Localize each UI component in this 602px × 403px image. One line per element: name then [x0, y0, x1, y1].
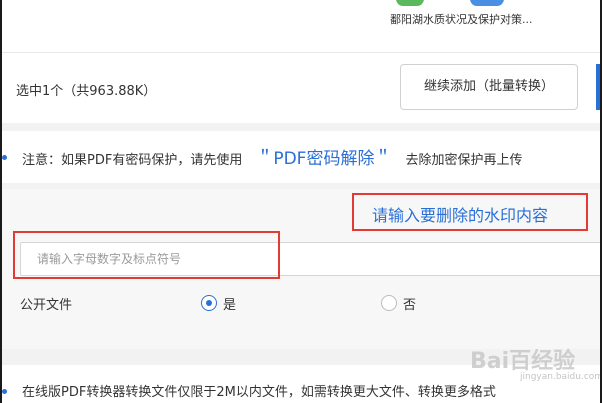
bullet-dot-icon	[2, 155, 7, 160]
section-separator	[0, 123, 602, 131]
pdf-password-remove-link[interactable]: ＂PDF密码解除＂	[256, 149, 391, 169]
bullet-dot-icon	[2, 389, 7, 394]
baidu-jingyan-url: jingyan.baidu.com	[520, 372, 602, 382]
selection-info: 选中1个（共963.88K）	[16, 84, 157, 99]
file-card: 鄱阳湖水质状况及保护对策...	[0, 0, 602, 52]
public-no-label[interactable]: 否	[403, 294, 416, 313]
public-file-label: 公开文件	[20, 298, 73, 313]
public-no-radio[interactable]	[381, 295, 397, 311]
watermark-text-input[interactable]	[20, 242, 602, 276]
start-convert-button-edge[interactable]	[596, 64, 602, 110]
continue-add-button[interactable]: 继续添加（批量转换）	[400, 64, 578, 110]
notice-prefix: 注意：如果PDF有密码保护，请先使用	[22, 153, 243, 168]
action-bar: 选中1个（共963.88K） 继续添加（批量转换）	[0, 53, 602, 123]
file-tag-green	[396, 0, 424, 6]
file-tag-blue	[470, 0, 504, 6]
baidu-jingyan-logo: Bai百经验	[470, 349, 576, 374]
watermark-prompt-title: 请输入要删除的水印内容	[372, 206, 549, 225]
size-limit-text: 在线版PDF转换器转换文件仅限于2M以内文件，如需转换更大文件、转换更多格式	[22, 385, 496, 400]
public-yes-radio[interactable]	[201, 295, 217, 311]
notice-text: 注意：如果PDF有密码保护，请先使用 ＂PDF密码解除＂ 去除加密保护再上传	[22, 144, 522, 169]
file-name: 鄱阳湖水质状况及保护对策...	[390, 13, 533, 26]
password-notice: 注意：如果PDF有密码保护，请先使用 ＂PDF密码解除＂ 去除加密保护再上传	[0, 131, 602, 183]
public-yes-label[interactable]: 是	[223, 294, 236, 313]
notice-suffix: 去除加密保护再上传	[405, 153, 523, 168]
